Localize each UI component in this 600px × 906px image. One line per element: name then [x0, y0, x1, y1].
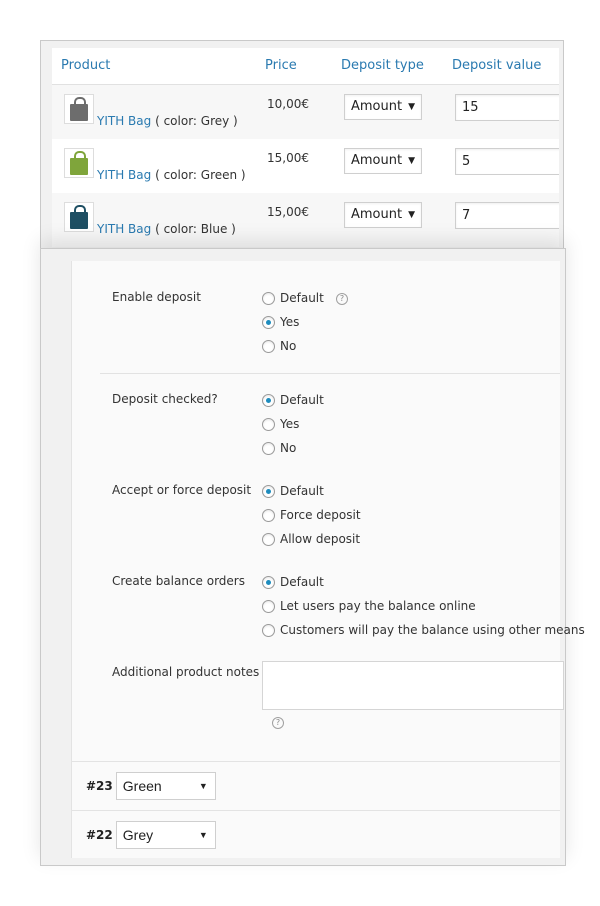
chevron-down-icon: ▼ — [408, 210, 415, 220]
chevron-down-icon: ▼ — [198, 830, 208, 840]
product-variation: ( color: Grey ) — [155, 114, 238, 128]
deposit-type-value: Amount — [351, 153, 403, 168]
product-price: 10,00€ — [267, 97, 309, 111]
deposit-table: Product Price Deposit type Deposit value… — [52, 48, 559, 247]
variation-color-select[interactable]: Grey ▼ — [115, 821, 216, 849]
section-divider — [72, 810, 560, 811]
radio-label: Default — [280, 575, 324, 589]
table-row: YITH Bag ( color: Grey ) 10,00€ Amount ▼… — [52, 85, 559, 139]
radio-label: Let users pay the balance online — [280, 599, 476, 613]
deposit-checked-label: Deposit checked? — [112, 392, 218, 406]
enable-deposit-yes-radio[interactable]: Yes — [262, 314, 299, 330]
enable-deposit-label: Enable deposit — [112, 290, 201, 304]
deposit-checked-default-radio[interactable]: Default — [262, 392, 324, 408]
product-link[interactable]: YITH Bag — [97, 168, 151, 182]
radio-label: Allow deposit — [280, 532, 361, 546]
balance-orders-default-radio[interactable]: Default — [262, 574, 324, 590]
radio-label: Default — [280, 484, 324, 498]
deposit-checked-yes-radio[interactable]: Yes — [262, 416, 299, 432]
chevron-down-icon: ▼ — [198, 781, 208, 791]
radio-circle-selected — [262, 575, 275, 589]
deposit-type-value: Amount — [351, 207, 403, 222]
deposit-table-card: Product Price Deposit type Deposit value… — [40, 40, 564, 254]
radio-circle — [262, 441, 275, 455]
section-divider — [100, 373, 560, 374]
radio-label: Default — [280, 291, 324, 305]
column-header-deposit-type[interactable]: Deposit type — [341, 58, 424, 73]
deposit-settings-card: Enable deposit Default ? Yes No Deposit … — [40, 248, 585, 866]
radio-label: Force deposit — [280, 508, 361, 522]
radio-label: No — [280, 339, 297, 353]
deposit-type-select[interactable]: Amount ▼ — [344, 148, 422, 174]
enable-deposit-no-radio[interactable]: No — [262, 338, 296, 354]
deposit-type-select[interactable]: Amount ▼ — [344, 202, 422, 228]
radio-label: Yes — [280, 315, 300, 329]
pay-balance-online-radio[interactable]: Let users pay the balance online — [262, 598, 476, 614]
radio-label: Default — [280, 393, 324, 407]
help-icon[interactable]: ? — [336, 293, 348, 305]
product-price: 15,00€ — [267, 151, 309, 165]
deposit-type-select[interactable]: Amount ▼ — [344, 94, 422, 120]
bag-icon — [70, 204, 88, 229]
chevron-down-icon: ▼ — [408, 156, 415, 166]
radio-label: Yes — [280, 417, 300, 431]
variation-id: #22 — [86, 828, 113, 842]
variation-id: #23 — [86, 779, 113, 793]
product-name: YITH Bag ( color: Blue ) — [97, 222, 236, 236]
product-thumbnail[interactable] — [64, 202, 94, 232]
product-thumbnail[interactable] — [64, 94, 94, 124]
bag-icon — [70, 96, 88, 121]
variation-color-value: Green — [122, 778, 162, 794]
variation-color-value: Grey — [122, 827, 154, 843]
accept-force-deposit-label: Accept or force deposit — [112, 483, 252, 497]
deposit-settings-panel: Enable deposit Default ? Yes No Deposit … — [71, 261, 585, 858]
additional-notes-textarea[interactable] — [262, 661, 564, 710]
product-name: YITH Bag ( color: Grey ) — [97, 114, 238, 128]
table-row: YITH Bag ( color: Blue ) 15,00€ Amount ▼… — [52, 193, 559, 247]
pay-balance-other-means-radio[interactable]: Customers will pay the balance using oth… — [262, 622, 585, 638]
deposit-type-value: Amount — [351, 99, 403, 114]
force-deposit-radio[interactable]: Force deposit — [262, 507, 361, 523]
create-balance-orders-label: Create balance orders — [112, 574, 245, 588]
variation-row: #23 Green ▼ — [86, 771, 216, 801]
product-variation: ( color: Blue ) — [155, 222, 236, 236]
radio-circle-selected — [262, 484, 275, 498]
variation-color-select[interactable]: Green ▼ — [115, 772, 216, 800]
product-link[interactable]: YITH Bag — [97, 222, 151, 236]
column-header-price[interactable]: Price — [265, 58, 297, 73]
radio-circle-selected — [262, 315, 275, 329]
allow-deposit-radio[interactable]: Allow deposit — [262, 531, 360, 547]
radio-circle-selected — [262, 393, 275, 407]
help-icon[interactable]: ? — [272, 717, 284, 729]
product-variation: ( color: Green ) — [155, 168, 246, 182]
radio-label: No — [280, 441, 297, 455]
enable-deposit-default-radio[interactable]: Default — [262, 290, 324, 306]
radio-circle — [262, 291, 275, 305]
section-divider — [72, 761, 560, 762]
radio-circle — [262, 599, 275, 613]
column-header-product[interactable]: Product — [61, 58, 110, 73]
bag-icon — [70, 150, 88, 175]
radio-label: Customers will pay the balance using oth… — [280, 623, 585, 637]
product-name: YITH Bag ( color: Green ) — [97, 168, 246, 182]
chevron-down-icon: ▼ — [408, 102, 415, 112]
radio-circle — [262, 417, 275, 431]
product-link[interactable]: YITH Bag — [97, 114, 151, 128]
deposit-value-input[interactable]: 7 — [455, 202, 559, 229]
radio-circle — [262, 339, 275, 353]
product-price: 15,00€ — [267, 205, 309, 219]
table-row: YITH Bag ( color: Green ) 15,00€ Amount … — [52, 139, 559, 193]
column-header-deposit-value[interactable]: Deposit value — [452, 58, 541, 73]
additional-notes-label: Additional product notes — [112, 665, 260, 679]
deposit-value-input[interactable]: 5 — [455, 148, 559, 175]
radio-circle — [262, 508, 275, 522]
accept-force-default-radio[interactable]: Default — [262, 483, 324, 499]
variation-row: #22 Grey ▼ — [86, 820, 216, 850]
deposit-value-input[interactable]: 15 — [455, 94, 559, 121]
product-thumbnail[interactable] — [64, 148, 94, 178]
deposit-checked-no-radio[interactable]: No — [262, 440, 296, 456]
radio-circle — [262, 532, 275, 546]
radio-circle — [262, 623, 275, 637]
